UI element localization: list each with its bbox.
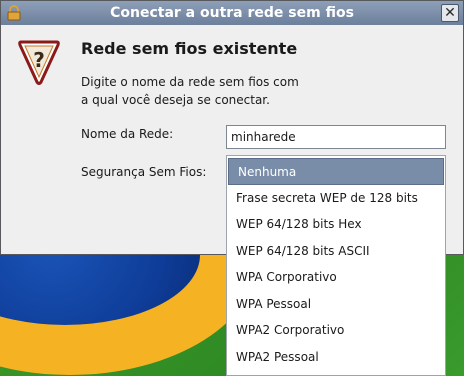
description-line-1: Digite o nome da rede sem fios com xyxy=(81,75,299,89)
security-option-wep-hex[interactable]: WEP 64/128 bits Hex xyxy=(227,211,445,238)
close-icon: ✕ xyxy=(444,5,456,21)
security-label: Segurança Sem Fios: xyxy=(81,165,207,179)
question-icon: ? xyxy=(18,40,60,85)
dialog-heading: Rede sem fios existente xyxy=(81,39,298,58)
dialog-description: Digite o nome da rede sem fios com a qua… xyxy=(81,73,381,109)
security-option-wep-passphrase[interactable]: Frase secreta WEP de 128 bits xyxy=(227,185,445,212)
network-name-input[interactable]: minharede xyxy=(226,125,446,149)
security-option-wpa2-enterprise[interactable]: WPA2 Corporativo xyxy=(227,317,445,344)
security-option-nenhuma[interactable]: Nenhuma xyxy=(228,158,444,185)
window-title: Conectar a outra rede sem fios xyxy=(110,5,354,21)
security-dropdown-list[interactable]: Nenhuma Frase secreta WEP de 128 bits WE… xyxy=(226,155,446,376)
svg-text:?: ? xyxy=(33,48,45,72)
lock-icon xyxy=(7,5,21,21)
security-option-wpa2-personal[interactable]: WPA2 Pessoal xyxy=(227,344,445,371)
title-bar[interactable]: Conectar a outra rede sem fios ✕ xyxy=(1,1,463,25)
close-button[interactable]: ✕ xyxy=(441,4,459,22)
security-option-wpa-enterprise[interactable]: WPA Corporativo xyxy=(227,264,445,291)
network-name-label: Nome da Rede: xyxy=(81,127,174,141)
security-option-wpa-personal[interactable]: WPA Pessoal xyxy=(227,291,445,318)
description-line-2: a qual você deseja se conectar. xyxy=(81,93,270,107)
security-option-wep-ascii[interactable]: WEP 64/128 bits ASCII xyxy=(227,238,445,265)
